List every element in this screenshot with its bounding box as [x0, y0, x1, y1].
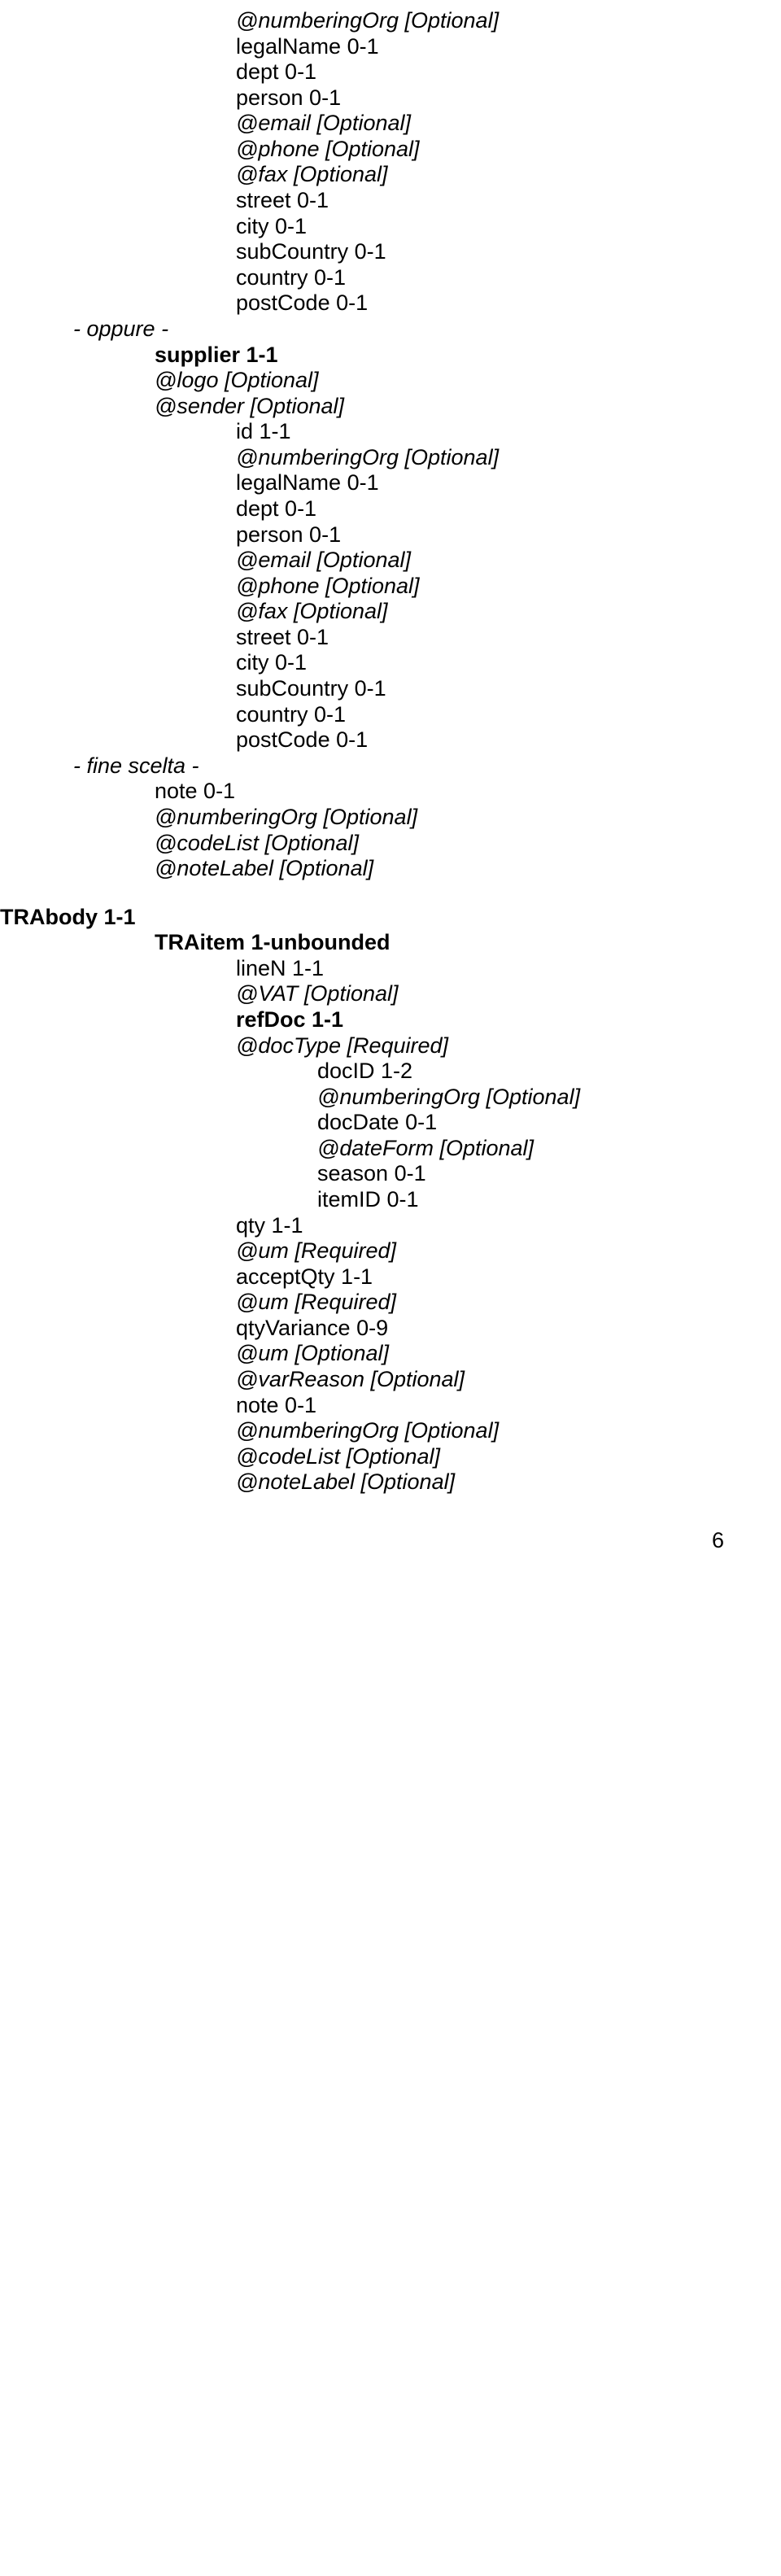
- schema-line: @numberingOrg [Optional]: [0, 445, 781, 471]
- schema-line: street 0-1: [0, 625, 781, 651]
- schema-line: legalName 0-1: [0, 34, 781, 60]
- schema-line: @numberingOrg [Optional]: [0, 1418, 781, 1444]
- schema-block-1: @numberingOrg [Optional]legalName 0-1dep…: [0, 8, 781, 882]
- schema-block-2: TRAitem 1-unboundedlineN 1-1@VAT [Option…: [0, 930, 781, 1495]
- schema-line: supplier 1-1: [0, 343, 781, 369]
- schema-line: season 0-1: [0, 1161, 781, 1187]
- schema-line: @codeList [Optional]: [0, 1444, 781, 1470]
- schema-line: - fine scelta -: [0, 753, 781, 779]
- schema-line: postCode 0-1: [0, 727, 781, 753]
- schema-line: - oppure -: [0, 317, 781, 343]
- schema-line: note 0-1: [0, 1393, 781, 1419]
- schema-line: @VAT [Optional]: [0, 981, 781, 1007]
- section-header-trabody: TRAbody 1-1: [0, 905, 781, 931]
- schema-line: subCountry 0-1: [0, 676, 781, 702]
- schema-line: dept 0-1: [0, 496, 781, 522]
- schema-line: @fax [Optional]: [0, 599, 781, 625]
- blank-line: [0, 882, 781, 905]
- schema-line: id 1-1: [0, 419, 781, 445]
- schema-line: city 0-1: [0, 214, 781, 240]
- schema-line: @fax [Optional]: [0, 162, 781, 188]
- schema-line: acceptQty 1-1: [0, 1264, 781, 1290]
- schema-line: @varReason [Optional]: [0, 1367, 781, 1393]
- schema-line: docID 1-2: [0, 1059, 781, 1085]
- schema-line: @docType [Required]: [0, 1033, 781, 1059]
- schema-line: @sender [Optional]: [0, 394, 781, 420]
- schema-line: itemID 0-1: [0, 1187, 781, 1213]
- page-number: 6: [0, 1495, 781, 1554]
- schema-line: person 0-1: [0, 522, 781, 548]
- schema-line: note 0-1: [0, 779, 781, 805]
- schema-line: @dateForm [Optional]: [0, 1136, 781, 1162]
- schema-line: refDoc 1-1: [0, 1007, 781, 1033]
- schema-line: person 0-1: [0, 85, 781, 111]
- schema-line: lineN 1-1: [0, 956, 781, 982]
- schema-line: qtyVariance 0-9: [0, 1316, 781, 1342]
- schema-line: postCode 0-1: [0, 290, 781, 317]
- schema-line: @um [Required]: [0, 1290, 781, 1316]
- schema-line: dept 0-1: [0, 59, 781, 85]
- schema-line: city 0-1: [0, 650, 781, 676]
- schema-line: @logo [Optional]: [0, 368, 781, 394]
- schema-line: street 0-1: [0, 188, 781, 214]
- schema-line: @um [Required]: [0, 1238, 781, 1264]
- schema-line: @numberingOrg [Optional]: [0, 1085, 781, 1111]
- schema-line: @numberingOrg [Optional]: [0, 805, 781, 831]
- schema-line: TRAitem 1-unbounded: [0, 930, 781, 956]
- schema-line: @phone [Optional]: [0, 574, 781, 600]
- schema-line: qty 1-1: [0, 1213, 781, 1239]
- schema-line: @email [Optional]: [0, 111, 781, 137]
- schema-line: country 0-1: [0, 702, 781, 728]
- schema-line: @email [Optional]: [0, 548, 781, 574]
- schema-line: docDate 0-1: [0, 1110, 781, 1136]
- schema-line: legalName 0-1: [0, 470, 781, 496]
- schema-line: @numberingOrg [Optional]: [0, 8, 781, 34]
- schema-line: subCountry 0-1: [0, 239, 781, 265]
- schema-line: @noteLabel [Optional]: [0, 856, 781, 882]
- schema-line: @phone [Optional]: [0, 137, 781, 163]
- page: @numberingOrg [Optional]legalName 0-1dep…: [0, 0, 781, 1587]
- schema-line: country 0-1: [0, 265, 781, 291]
- schema-line: @noteLabel [Optional]: [0, 1469, 781, 1495]
- schema-line: @um [Optional]: [0, 1341, 781, 1367]
- schema-line: @codeList [Optional]: [0, 831, 781, 857]
